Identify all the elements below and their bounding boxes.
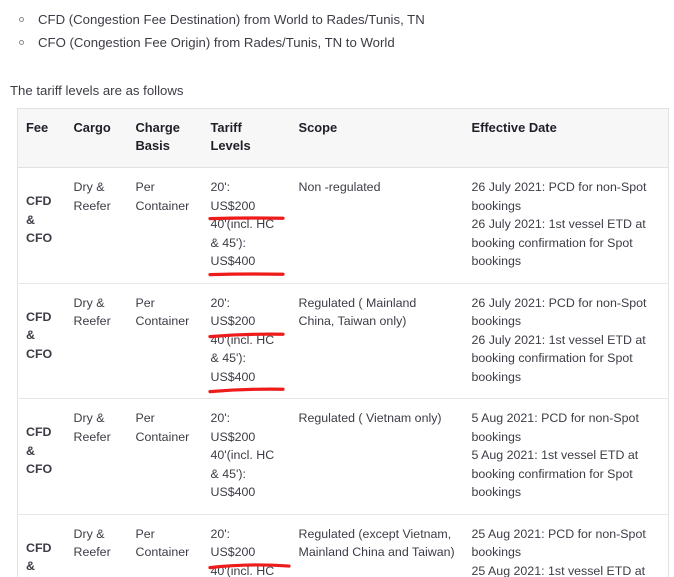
cell-effective-date: 26 July 2021: PCD for non-Spot bookings 2… xyxy=(463,282,669,399)
tariff-line: 20': xyxy=(210,411,231,425)
tariff-line: 20': xyxy=(210,526,231,541)
tariff-line: 40'(incl. HC xyxy=(210,563,275,577)
cell-cargo: Dry & Reefer xyxy=(73,180,111,213)
tariff-line: US$200 xyxy=(210,198,256,213)
cell-effective-date: 26 July 2021: PCD for non-Spot bookings 2… xyxy=(464,168,669,284)
fee-line: CFD xyxy=(26,540,52,555)
table-row: CFD & CFO Dry & ReeferPer Container 20': US$2… xyxy=(17,398,669,514)
table-body: CFD & CFO Dry & Reefer Per Container 20': US$2… xyxy=(17,168,669,577)
tariff-line: 40'(incl. HC xyxy=(210,217,275,231)
header-line: Fee xyxy=(26,120,49,135)
effective-date-line: 5 Aug 2021: PCD for non-Spot bookings xyxy=(471,411,639,444)
column-header-effective-date: Effective Date xyxy=(463,108,669,168)
list-item-text: CFO (Congestion Fee Origin) from Rades/T… xyxy=(38,35,395,50)
effective-date-line: 5 Aug 2021: 1st vessel ETD at booking co… xyxy=(471,448,639,499)
fee-line: & xyxy=(26,328,35,342)
fee-line: CFO xyxy=(26,462,53,476)
effective-date-line: 25 Aug 2021: 1st vessel ETD at booking c… xyxy=(471,563,646,577)
tariff-line: & 45'): xyxy=(210,466,246,481)
table-row: CFD&CFODry & ReeferPer Container20':US$2… xyxy=(17,513,669,577)
effective-date-line: 26 July 2021: 1st vessel ETD at booking … xyxy=(471,332,646,384)
fee-line: CFD xyxy=(26,309,52,324)
fee-line: CFO xyxy=(26,231,53,245)
column-header-tariff-levels: Tariff Levels xyxy=(202,108,291,168)
tariff-line: 40'(incl. HC xyxy=(210,448,275,462)
cell-tariff-levels: 20': US$200 40'(incl. HC & 45'): US$400 xyxy=(202,398,291,514)
cell-cargo: Dry & Reefer xyxy=(65,398,128,514)
table-header-row: Fee Cargo Charge Basis Tariff Levels Sco… xyxy=(17,108,669,168)
cell-tariff-levels: 20': US$200 40'(incl. HC & 45'): US$400 xyxy=(202,282,291,399)
effective-date-line: 26 July 2021: PCD for non-Spot bookings xyxy=(471,180,647,213)
effective-date-line: 25 Aug 2021: PCD for non-Spot bookings xyxy=(471,526,646,560)
header-line: Charge xyxy=(135,120,180,135)
cell-scope: Regulated ( Mainland China, Taiwan only) xyxy=(290,282,464,399)
tariff-line: US$200 xyxy=(210,429,256,444)
table-header: Fee Cargo Charge Basis Tariff Levels Sco… xyxy=(17,108,669,168)
fee-definition-list: CFD (Congestion Fee Destination) from Wo… xyxy=(0,8,674,54)
fee-line: CFD xyxy=(26,194,52,208)
cell-tariff-levels: 20':US$20040'(incl. HC& 45'):US$400 xyxy=(202,513,291,577)
cell-charge-basis: Per Container xyxy=(127,513,203,577)
cell-fee: CFD & CFO xyxy=(18,168,66,284)
cell-effective-date: 25 Aug 2021: PCD for non-Spot bookings 25… xyxy=(463,513,669,577)
tariff-line: & 45'): xyxy=(210,235,246,250)
cell-fee: CFD & CFO xyxy=(17,282,66,399)
cell-fee: CFD&CFO xyxy=(17,513,66,577)
fee-line: & xyxy=(26,559,35,573)
header-line: Cargo xyxy=(73,120,111,135)
tariff-line: 20': xyxy=(210,180,231,194)
list-item-text: CFD (Congestion Fee Destination) from Wo… xyxy=(38,12,425,27)
fee-line: & xyxy=(26,443,35,458)
header-line: Effective Date xyxy=(471,120,557,135)
cell-effective-date: 5 Aug 2021: PCD for non-Spot bookings 5 A… xyxy=(463,398,669,514)
cell-scope: Regulated ( Vietnam only) xyxy=(290,398,464,514)
header-line: Basis xyxy=(135,138,170,153)
header-line: Scope xyxy=(298,120,338,135)
fee-line: CFD xyxy=(26,425,52,439)
cell-fee: CFD & CFO xyxy=(17,398,66,514)
tariff-line: US$200 xyxy=(210,545,256,559)
header-line: Levels xyxy=(210,138,251,153)
cell-tariff-levels: 20': US$200 40'(incl. HC & 45'): US$400 xyxy=(203,168,291,284)
tariff-line: 20': xyxy=(210,295,231,310)
column-header-scope: Scope xyxy=(290,108,464,168)
table-row: CFD & CFO Dry & Reefer Per Container 20': US$2… xyxy=(18,168,669,284)
tariff-table: Fee Cargo Charge Basis Tariff Levels Sco… xyxy=(17,108,669,577)
tariff-line: US$400 xyxy=(210,485,256,499)
cell-charge-basis: Per Container xyxy=(127,282,203,399)
list-item: CFO (Congestion Fee Origin) from Rades/T… xyxy=(0,31,674,54)
effective-date-line: 26 July 2021: PCD for non-Spot bookings xyxy=(471,295,647,329)
bullet-circle-icon xyxy=(19,17,24,22)
column-header-fee: Fee xyxy=(17,108,66,168)
fee-line: CFO xyxy=(26,346,53,361)
fee-line: & xyxy=(26,212,35,227)
cell-scope: Non -regulated xyxy=(298,180,381,194)
effective-date-line: 26 July 2021: 1st vessel ETD at booking … xyxy=(471,217,646,268)
cell-charge-basis: Per Container xyxy=(135,180,190,213)
column-header-cargo: Cargo xyxy=(65,108,128,168)
list-item: CFD (Congestion Fee Destination) from Wo… xyxy=(0,8,674,31)
tariff-line: US$400 xyxy=(210,369,256,384)
intro-paragraph: The tariff levels are as follows xyxy=(10,83,184,99)
cell-cargo: Dry & Reefer xyxy=(65,282,128,399)
table-row: CFD & CFO Dry & ReeferPer Container 20': US$2… xyxy=(17,282,669,399)
cell-scope: Regulated (except Vietnam, Mainland Chin… xyxy=(290,513,464,577)
bullet-circle-icon xyxy=(19,40,24,45)
cell-charge-basis: Per Container xyxy=(127,398,203,514)
cell-cargo: Dry & Reefer xyxy=(65,513,128,577)
tariff-line: US$200 xyxy=(210,314,256,328)
tariff-line: & 45'): xyxy=(210,351,246,365)
header-line: Tariff xyxy=(210,120,242,135)
column-header-charge-basis: Charge Basis xyxy=(127,108,203,168)
document-page: CFD (Congestion Fee Destination) from Wo… xyxy=(0,0,674,577)
tariff-line: US$400 xyxy=(210,254,256,268)
tariff-line: 40'(incl. HC xyxy=(210,332,275,347)
